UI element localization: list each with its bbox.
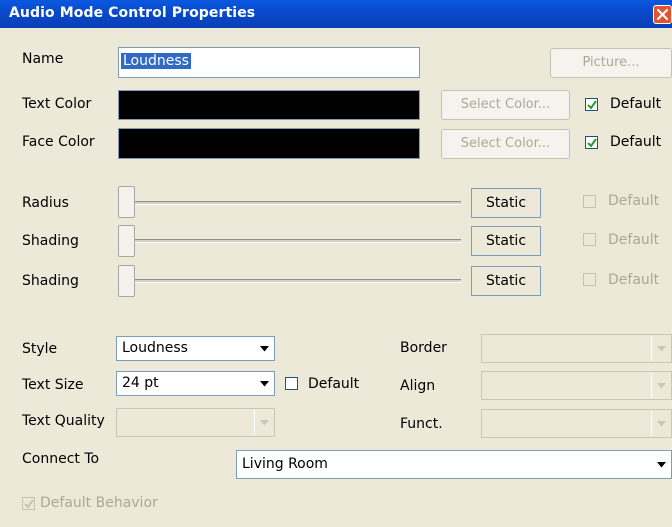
radius-label: Radius bbox=[22, 195, 69, 211]
connect-to-select-value: Living Room bbox=[242, 456, 328, 472]
name-input[interactable]: Loudness bbox=[118, 47, 420, 78]
dropdown-arrow-icon bbox=[657, 421, 666, 427]
text-color-default-label: Default bbox=[610, 96, 662, 112]
text-size-select-value: 24 pt bbox=[122, 375, 159, 391]
connect-to-dropdown-button[interactable] bbox=[651, 452, 670, 477]
radius-default-label: Default bbox=[608, 193, 660, 209]
style-label: Style bbox=[22, 341, 58, 357]
shading-2-label: Shading bbox=[22, 273, 79, 289]
text-size-dropdown-button[interactable] bbox=[254, 373, 273, 394]
style-select-value: Loudness bbox=[122, 340, 188, 356]
border-dropdown-button[interactable] bbox=[651, 336, 670, 361]
text-color-select-button[interactable]: Select Color... bbox=[441, 90, 570, 120]
dropdown-arrow-icon bbox=[657, 346, 666, 352]
connect-to-label: Connect To bbox=[22, 451, 100, 467]
picture-button-label: Picture... bbox=[582, 55, 640, 70]
border-select[interactable] bbox=[481, 334, 672, 363]
face-color-select-label: Select Color... bbox=[460, 136, 551, 151]
text-color-label: Text Color bbox=[22, 96, 92, 112]
face-color-select-button[interactable]: Select Color... bbox=[441, 129, 570, 159]
radius-static-field: Static bbox=[471, 188, 541, 218]
funct-select[interactable] bbox=[481, 409, 672, 438]
radius-default-checkbox[interactable] bbox=[583, 195, 596, 208]
dropdown-arrow-icon bbox=[260, 420, 269, 426]
picture-button[interactable]: Picture... bbox=[550, 48, 672, 78]
default-behavior-checkbox[interactable] bbox=[22, 497, 35, 510]
text-quality-select[interactable] bbox=[116, 408, 275, 437]
align-select[interactable] bbox=[481, 371, 672, 400]
face-color-default-label: Default bbox=[610, 134, 662, 150]
dropdown-arrow-icon bbox=[260, 346, 269, 352]
connect-to-select[interactable]: Living Room bbox=[236, 450, 672, 479]
dropdown-arrow-icon bbox=[657, 383, 666, 389]
text-size-default-label: Default bbox=[308, 376, 360, 392]
radius-slider-thumb[interactable] bbox=[118, 186, 135, 218]
shading-slider-thumb[interactable] bbox=[118, 225, 135, 257]
shading-default-checkbox[interactable] bbox=[583, 233, 596, 246]
checkmark-icon bbox=[24, 499, 34, 509]
shading-default-label: Default bbox=[608, 232, 660, 248]
checkmark-icon bbox=[587, 138, 597, 148]
close-icon bbox=[656, 8, 669, 21]
funct-label: Funct. bbox=[400, 416, 443, 432]
face-color-swatch bbox=[118, 128, 420, 159]
shading-2-static-field: Static bbox=[471, 266, 541, 296]
funct-dropdown-button[interactable] bbox=[651, 411, 670, 436]
window-title: Audio Mode Control Properties bbox=[9, 5, 256, 21]
dropdown-arrow-icon bbox=[657, 462, 666, 468]
text-color-select-label: Select Color... bbox=[460, 97, 551, 112]
align-label: Align bbox=[400, 378, 436, 394]
text-size-label: Text Size bbox=[22, 377, 84, 393]
style-dropdown-button[interactable] bbox=[254, 338, 273, 359]
shading-label: Shading bbox=[22, 233, 79, 249]
shading-2-slider-thumb[interactable] bbox=[118, 265, 135, 297]
shading-2-slider-track[interactable] bbox=[125, 279, 461, 283]
close-button[interactable] bbox=[653, 5, 672, 24]
text-quality-dropdown-button[interactable] bbox=[254, 410, 273, 435]
face-color-label: Face Color bbox=[22, 134, 95, 150]
shading-2-default-label: Default bbox=[608, 272, 660, 288]
title-bar[interactable]: Audio Mode Control Properties bbox=[0, 0, 672, 28]
border-label: Border bbox=[400, 340, 447, 356]
text-size-select[interactable]: 24 pt bbox=[116, 371, 275, 396]
face-color-default-checkbox[interactable] bbox=[585, 136, 598, 149]
text-color-default-checkbox[interactable] bbox=[585, 98, 598, 111]
checkmark-icon bbox=[587, 100, 597, 110]
shading-static-field: Static bbox=[471, 226, 541, 256]
shading-slider-track[interactable] bbox=[125, 239, 461, 243]
name-label: Name bbox=[22, 51, 64, 67]
radius-slider-track[interactable] bbox=[125, 201, 461, 205]
name-input-value: Loudness bbox=[121, 53, 191, 69]
default-behavior-label: Default Behavior bbox=[40, 495, 158, 511]
text-color-swatch bbox=[118, 90, 420, 120]
style-select[interactable]: Loudness bbox=[116, 336, 275, 361]
text-quality-label: Text Quality bbox=[22, 413, 105, 429]
dropdown-arrow-icon bbox=[260, 381, 269, 387]
text-size-default-checkbox[interactable] bbox=[285, 377, 298, 390]
align-dropdown-button[interactable] bbox=[651, 373, 670, 398]
shading-2-default-checkbox[interactable] bbox=[583, 273, 596, 286]
